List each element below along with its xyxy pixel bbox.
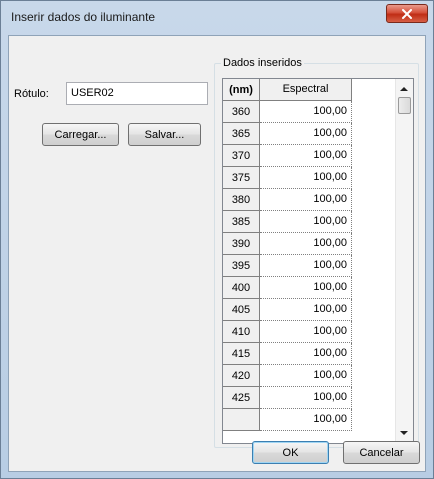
spectral-value-cell[interactable]: 100,00 [260, 409, 352, 431]
wavelength-cell: 400 [223, 277, 260, 299]
load-button[interactable]: Carregar... [42, 123, 119, 146]
spectral-value-cell[interactable]: 100,00 [260, 277, 352, 299]
wavelength-cell: 370 [223, 145, 260, 167]
scroll-thumb[interactable] [398, 97, 411, 114]
table-row[interactable]: 365 100,00 [223, 123, 395, 145]
group-title: Dados inseridos [221, 57, 304, 69]
window-title: Inserir dados do iluminante [11, 10, 156, 24]
spectral-value-cell[interactable]: 100,00 [260, 101, 352, 123]
spectral-value-cell[interactable]: 100,00 [260, 255, 352, 277]
wavelength-cell: 375 [223, 167, 260, 189]
save-button[interactable]: Salvar... [128, 123, 201, 146]
dialog-window: Inserir dados do iluminante Rótulo: USER… [0, 0, 434, 479]
wavelength-cell: 420 [223, 365, 260, 387]
spectral-value-cell[interactable]: 100,00 [260, 189, 352, 211]
wavelength-cell: 395 [223, 255, 260, 277]
spectral-value-cell[interactable]: 100,00 [260, 145, 352, 167]
table-row[interactable]: 360 100,00 [223, 101, 395, 123]
dialog-client-area: Rótulo: USER02 Carregar... Salvar... Dad… [8, 35, 426, 472]
table-row[interactable]: 425 100,00 [223, 387, 395, 409]
table-row[interactable]: 415 100,00 [223, 343, 395, 365]
wavelength-cell: 390 [223, 233, 260, 255]
table-row[interactable]: 390 100,00 [223, 233, 395, 255]
wavelength-cell: 405 [223, 299, 260, 321]
table-row[interactable]: 400 100,00 [223, 277, 395, 299]
title-bar[interactable]: Inserir dados do iluminante [1, 1, 433, 35]
close-button[interactable] [386, 4, 428, 23]
table-row[interactable]: 375 100,00 [223, 167, 395, 189]
spectral-value-cell[interactable]: 100,00 [260, 343, 352, 365]
spectral-value-cell[interactable]: 100,00 [260, 233, 352, 255]
table-row-partial[interactable]: 100,00 [223, 409, 395, 431]
scroll-down-icon[interactable] [400, 431, 408, 435]
wavelength-cell: 380 [223, 189, 260, 211]
wavelength-cell: 365 [223, 123, 260, 145]
scroll-up-icon[interactable] [400, 87, 408, 91]
table-row[interactable]: 385 100,00 [223, 211, 395, 233]
data-grid[interactable]: (nm) Espectral 360 100,00 365 100,00 370 100,… [222, 78, 414, 444]
wavelength-cell: 410 [223, 321, 260, 343]
spectral-value-cell[interactable]: 100,00 [260, 211, 352, 233]
table-row[interactable]: 395 100,00 [223, 255, 395, 277]
grid-scrollbar[interactable] [395, 79, 413, 443]
wavelength-cell: 415 [223, 343, 260, 365]
table-row[interactable]: 405 100,00 [223, 299, 395, 321]
ok-button[interactable]: OK [252, 441, 329, 464]
table-row[interactable]: 420 100,00 [223, 365, 395, 387]
grid-body: (nm) Espectral 360 100,00 365 100,00 370 100,… [223, 79, 395, 443]
table-row[interactable]: 370 100,00 [223, 145, 395, 167]
table-row[interactable]: 380 100,00 [223, 189, 395, 211]
cancel-button[interactable]: Cancelar [343, 441, 420, 464]
spectral-value-cell[interactable]: 100,00 [260, 299, 352, 321]
spectral-value-cell[interactable]: 100,00 [260, 365, 352, 387]
table-row[interactable]: 410 100,00 [223, 321, 395, 343]
spectral-value-cell[interactable]: 100,00 [260, 387, 352, 409]
spectral-value-cell[interactable]: 100,00 [260, 123, 352, 145]
spectral-value-cell[interactable]: 100,00 [260, 167, 352, 189]
header-nm[interactable]: (nm) [223, 79, 260, 101]
label-caption: Rótulo: [14, 88, 49, 100]
grid-header-row: (nm) Espectral [223, 79, 395, 101]
wavelength-cell: 425 [223, 387, 260, 409]
wavelength-cell: 360 [223, 101, 260, 123]
spectral-value-cell[interactable]: 100,00 [260, 321, 352, 343]
label-input[interactable]: USER02 [66, 82, 208, 105]
wavelength-cell: 385 [223, 211, 260, 233]
header-spectral[interactable]: Espectral [260, 79, 352, 101]
wavelength-cell [223, 409, 260, 431]
close-icon [402, 8, 412, 19]
